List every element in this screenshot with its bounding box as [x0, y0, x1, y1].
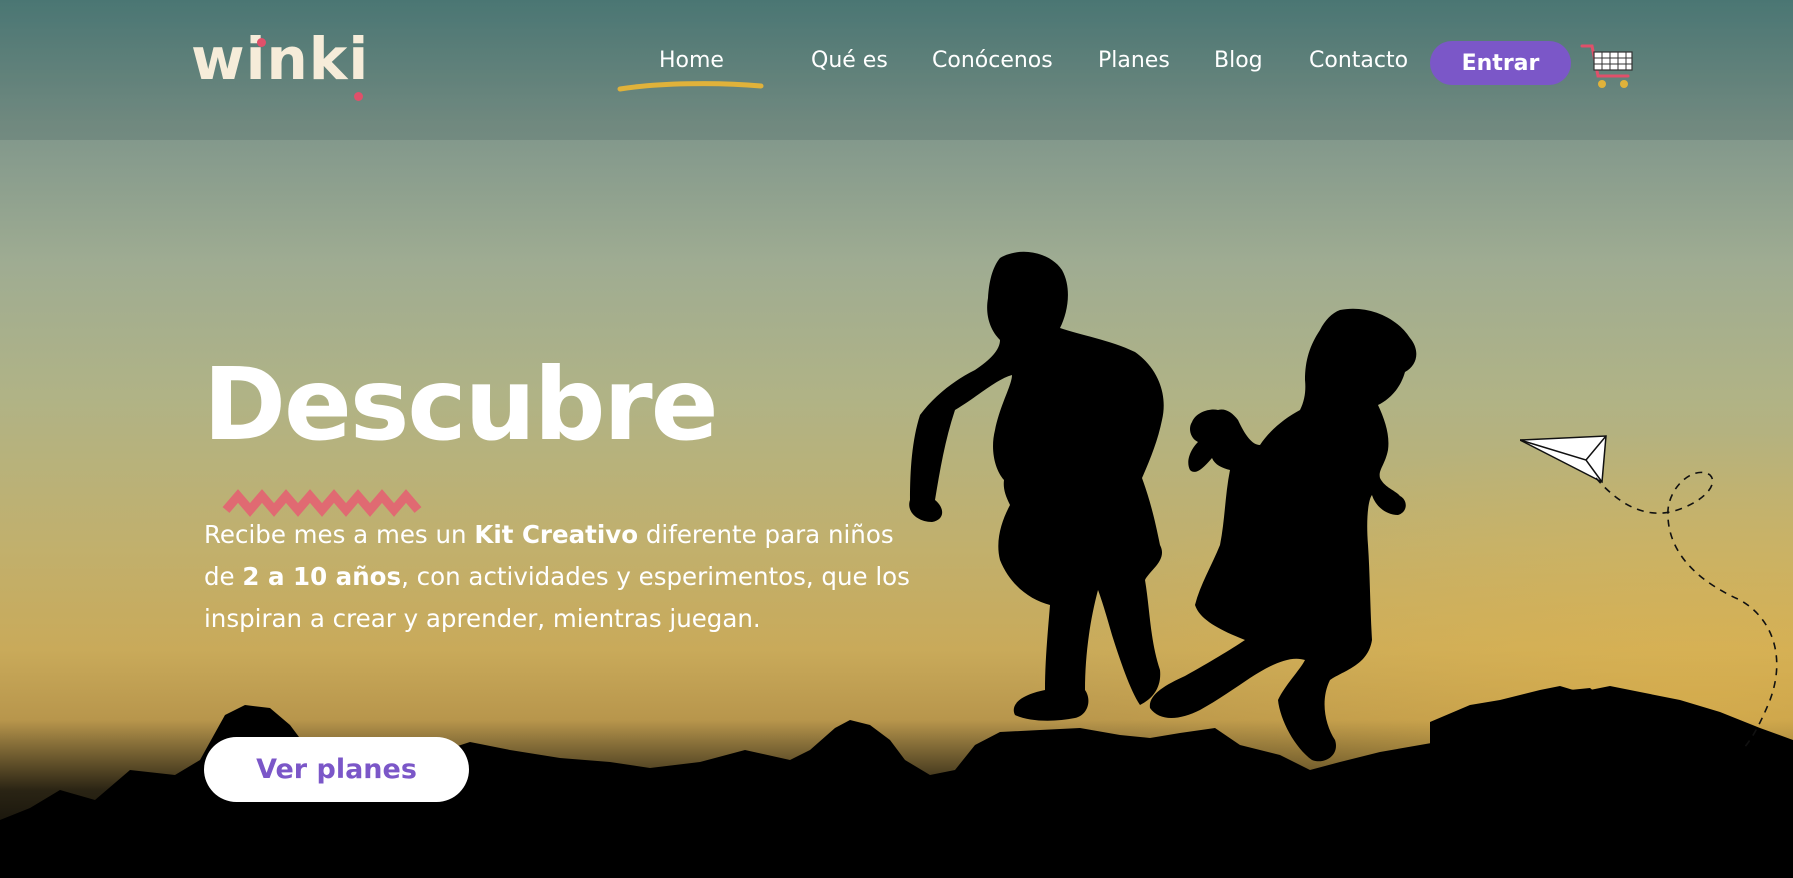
hero-description: Recibe mes a mes un Kit Creativo diferen…: [204, 514, 924, 640]
home-active-underline: [617, 81, 764, 92]
nav-item-blog[interactable]: Blog: [1214, 48, 1263, 73]
paper-plane-icon: [1520, 435, 1778, 750]
nav-item-home[interactable]: Home: [659, 48, 724, 73]
hero-page: winki Home Qué es Conócenos Planes Blog …: [0, 0, 1793, 878]
ver-planes-button[interactable]: Ver planes: [204, 737, 469, 802]
nav-item-conocenos[interactable]: Conócenos: [932, 48, 1053, 73]
desc-text-1: Recibe mes a mes un: [204, 520, 475, 549]
desc-bold-kit-creativo: Kit Creativo: [474, 520, 639, 549]
winki-logo[interactable]: winki: [191, 30, 369, 101]
login-button[interactable]: Entrar: [1430, 41, 1571, 85]
logo-dot-top: [257, 38, 266, 47]
shopping-cart-icon[interactable]: [1580, 42, 1636, 92]
nav-item-contacto[interactable]: Contacto: [1309, 48, 1408, 73]
hero-title: Descubre: [203, 346, 719, 463]
logo-text: winki: [191, 25, 370, 93]
desc-bold-age-range: 2 a 10 años: [242, 562, 402, 591]
logo-dot-bottom: [354, 92, 363, 101]
nav-item-que-es[interactable]: Qué es: [811, 48, 888, 73]
nav-item-planes[interactable]: Planes: [1098, 48, 1170, 73]
